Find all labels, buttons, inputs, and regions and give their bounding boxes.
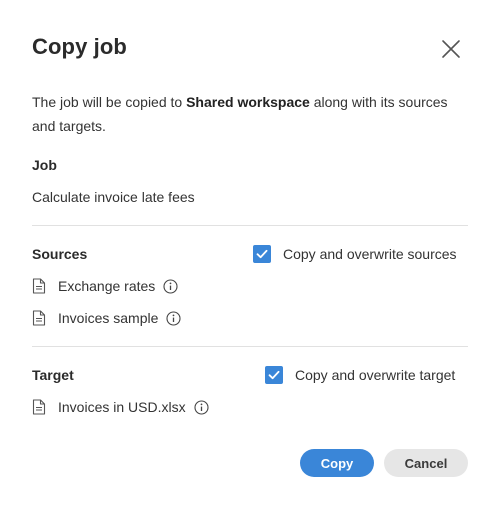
check-icon	[256, 249, 268, 259]
file-icon	[32, 399, 46, 415]
close-button[interactable]	[440, 38, 462, 60]
target-item-label: Invoices in USD.xlsx	[58, 399, 186, 415]
copy-overwrite-sources-label: Copy and overwrite sources	[283, 246, 457, 262]
info-icon[interactable]	[166, 310, 181, 326]
copy-overwrite-target-checkbox[interactable]: Copy and overwrite target	[265, 366, 455, 384]
info-icon[interactable]	[163, 278, 178, 294]
target-item: Invoices in USD.xlsx	[32, 398, 209, 416]
source-item-label: Invoices sample	[58, 310, 159, 326]
job-name: Calculate invoice late fees	[32, 189, 195, 205]
dialog-description: The job will be copied to Shared workspa…	[32, 90, 452, 138]
check-icon	[268, 370, 280, 380]
target-label: Target	[32, 367, 74, 383]
description-prefix: The job will be copied to	[32, 94, 187, 110]
copy-overwrite-sources-checkbox[interactable]: Copy and overwrite sources	[253, 245, 457, 263]
divider	[32, 346, 468, 347]
cancel-button[interactable]: Cancel	[384, 449, 468, 477]
source-item: Exchange rates	[32, 277, 178, 295]
close-icon	[442, 40, 460, 58]
file-icon	[32, 310, 46, 326]
info-icon[interactable]	[194, 399, 209, 415]
job-label: Job	[32, 157, 57, 173]
copy-job-dialog: Copy job The job will be copied to Share…	[0, 0, 500, 519]
divider	[32, 225, 468, 226]
dialog-title: Copy job	[32, 34, 127, 59]
copy-overwrite-target-label: Copy and overwrite target	[295, 367, 456, 383]
sources-label: Sources	[32, 246, 88, 262]
workspace-name: Shared workspace	[186, 94, 310, 110]
source-item-label: Exchange rates	[58, 278, 156, 294]
copy-button[interactable]: Copy	[300, 449, 374, 477]
checkbox-checked[interactable]	[265, 366, 283, 384]
file-icon	[32, 278, 46, 294]
source-item: Invoices sample	[32, 309, 181, 327]
checkbox-checked[interactable]	[253, 245, 271, 263]
